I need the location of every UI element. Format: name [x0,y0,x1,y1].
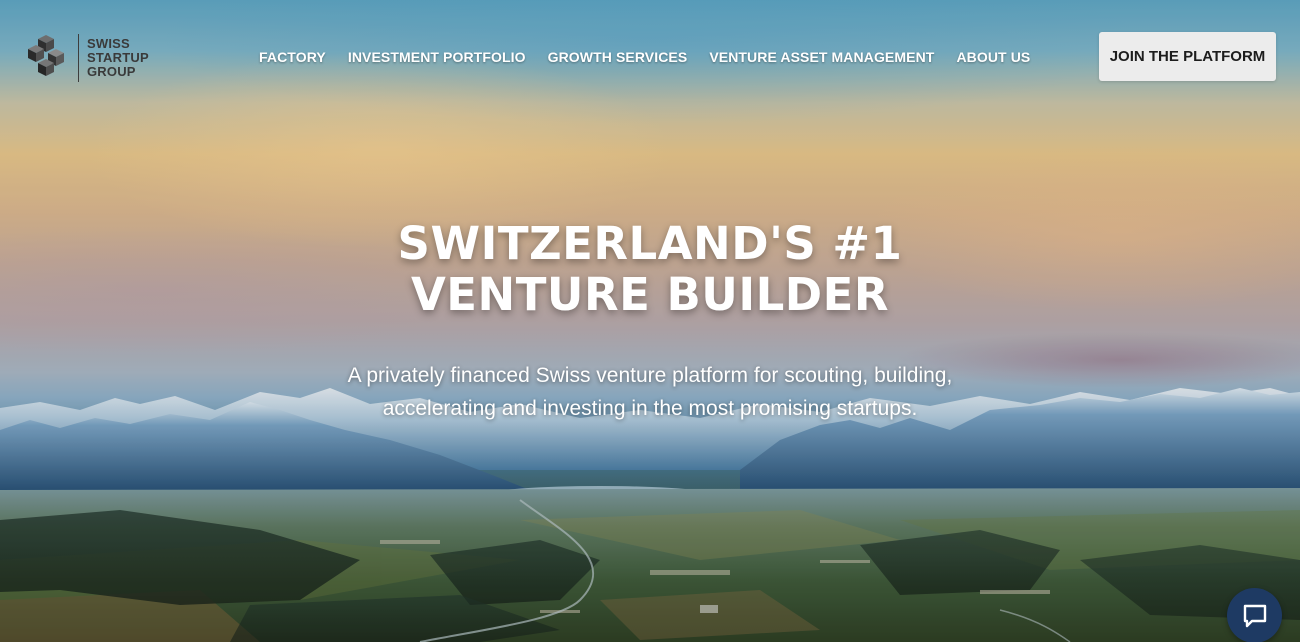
nav-item-growth-services[interactable]: GROWTH SERVICES [548,49,688,65]
logo-line-1: SWISS [87,36,130,51]
hero-subheadline: A privately financed Swiss venture platf… [347,364,953,420]
nav-item-venture-asset-management[interactable]: VENTURE ASSET MANAGEMENT [709,49,934,65]
logo-divider [78,34,79,82]
hero-headline-line-2: VENTURE BUILDER [410,268,890,321]
site-logo[interactable]: SWISS STARTUP GROUP [24,32,149,84]
join-the-platform-button[interactable]: JOIN THE PLATFORM [1099,32,1276,81]
nav-item-investment-portfolio[interactable]: INVESTMENT PORTFOLIO [348,49,526,65]
hero-headline-line-1: SWITZERLAND'S #1 [397,217,903,270]
chat-widget-button[interactable] [1227,588,1282,642]
nav-item-factory[interactable]: FACTORY [259,49,326,65]
chat-bubble-icon [1243,604,1266,627]
hero-overlay [0,0,1300,642]
hero-background [0,0,1300,642]
main-navigation: FACTORY INVESTMENT PORTFOLIO GROWTH SERV… [259,46,1052,68]
logo-line-2: STARTUP [87,50,149,65]
logo-wordmark: SWISS STARTUP GROUP [87,37,149,79]
logo-line-3: GROUP [87,64,136,79]
cube-logo-icon [28,35,64,76]
nav-item-about-us[interactable]: ABOUT US [956,49,1030,65]
hero-headline: SWITZERLAND'S #1 VENTURE BUILDER [0,218,1300,320]
